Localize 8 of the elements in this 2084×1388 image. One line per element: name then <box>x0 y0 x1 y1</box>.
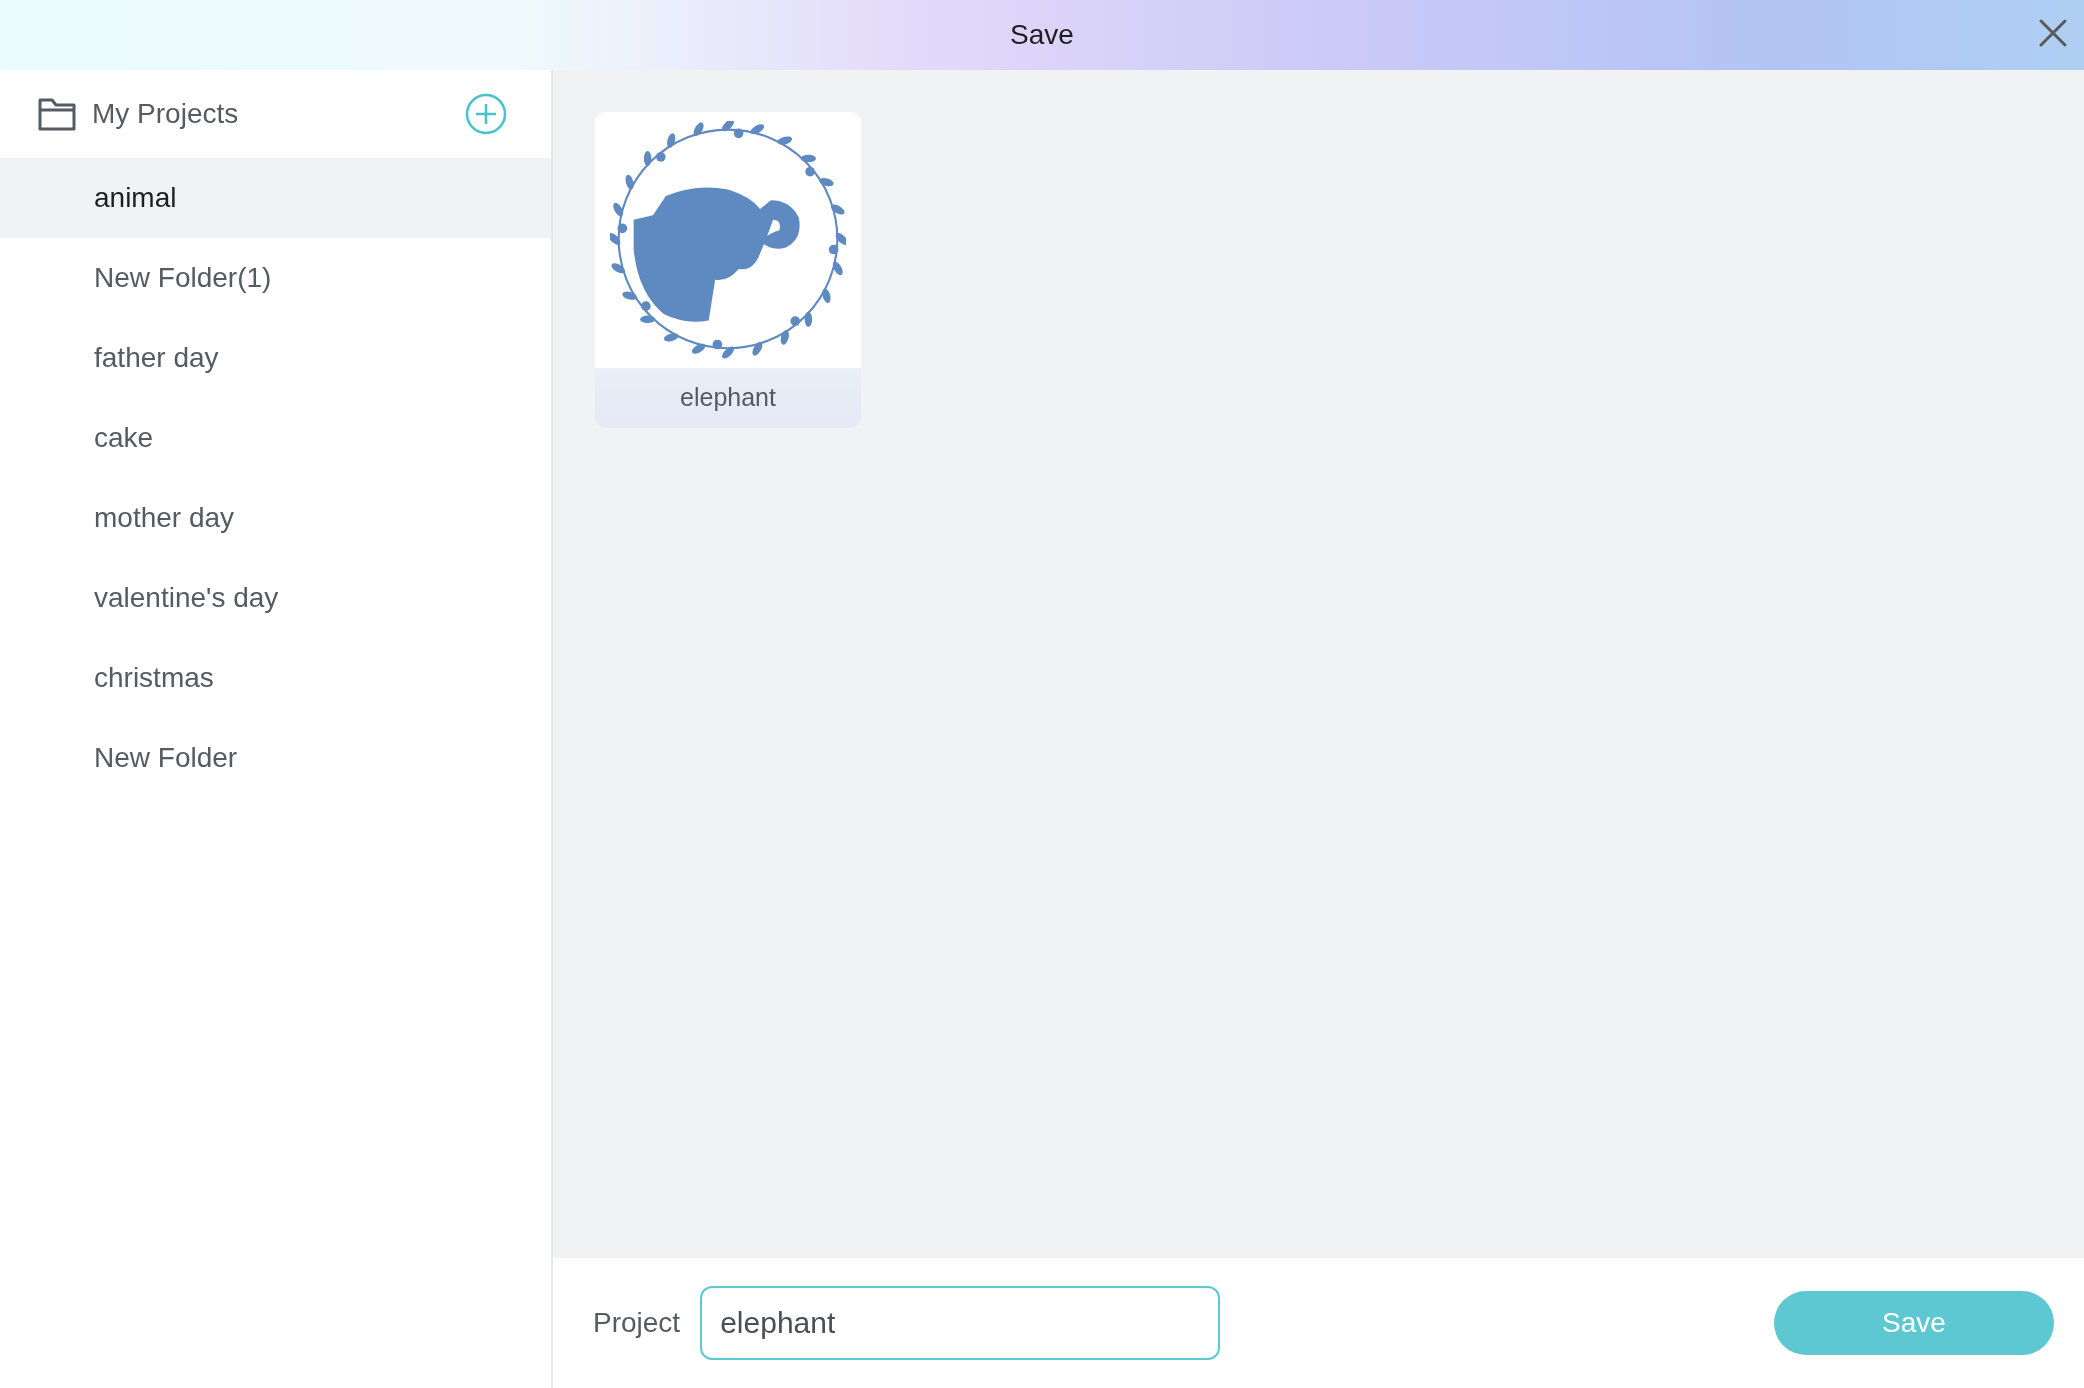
window-title: Save <box>1010 18 1074 52</box>
project-label: Project <box>593 1306 681 1340</box>
project-name: elephant <box>595 368 861 428</box>
folder-item[interactable]: animal <box>0 158 551 238</box>
project-name-field[interactable]: elephant <box>700 1286 1221 1360</box>
project-card[interactable]: elephant <box>595 112 861 428</box>
sidebar-title: My Projects <box>92 97 239 131</box>
folder-icon <box>38 96 76 132</box>
